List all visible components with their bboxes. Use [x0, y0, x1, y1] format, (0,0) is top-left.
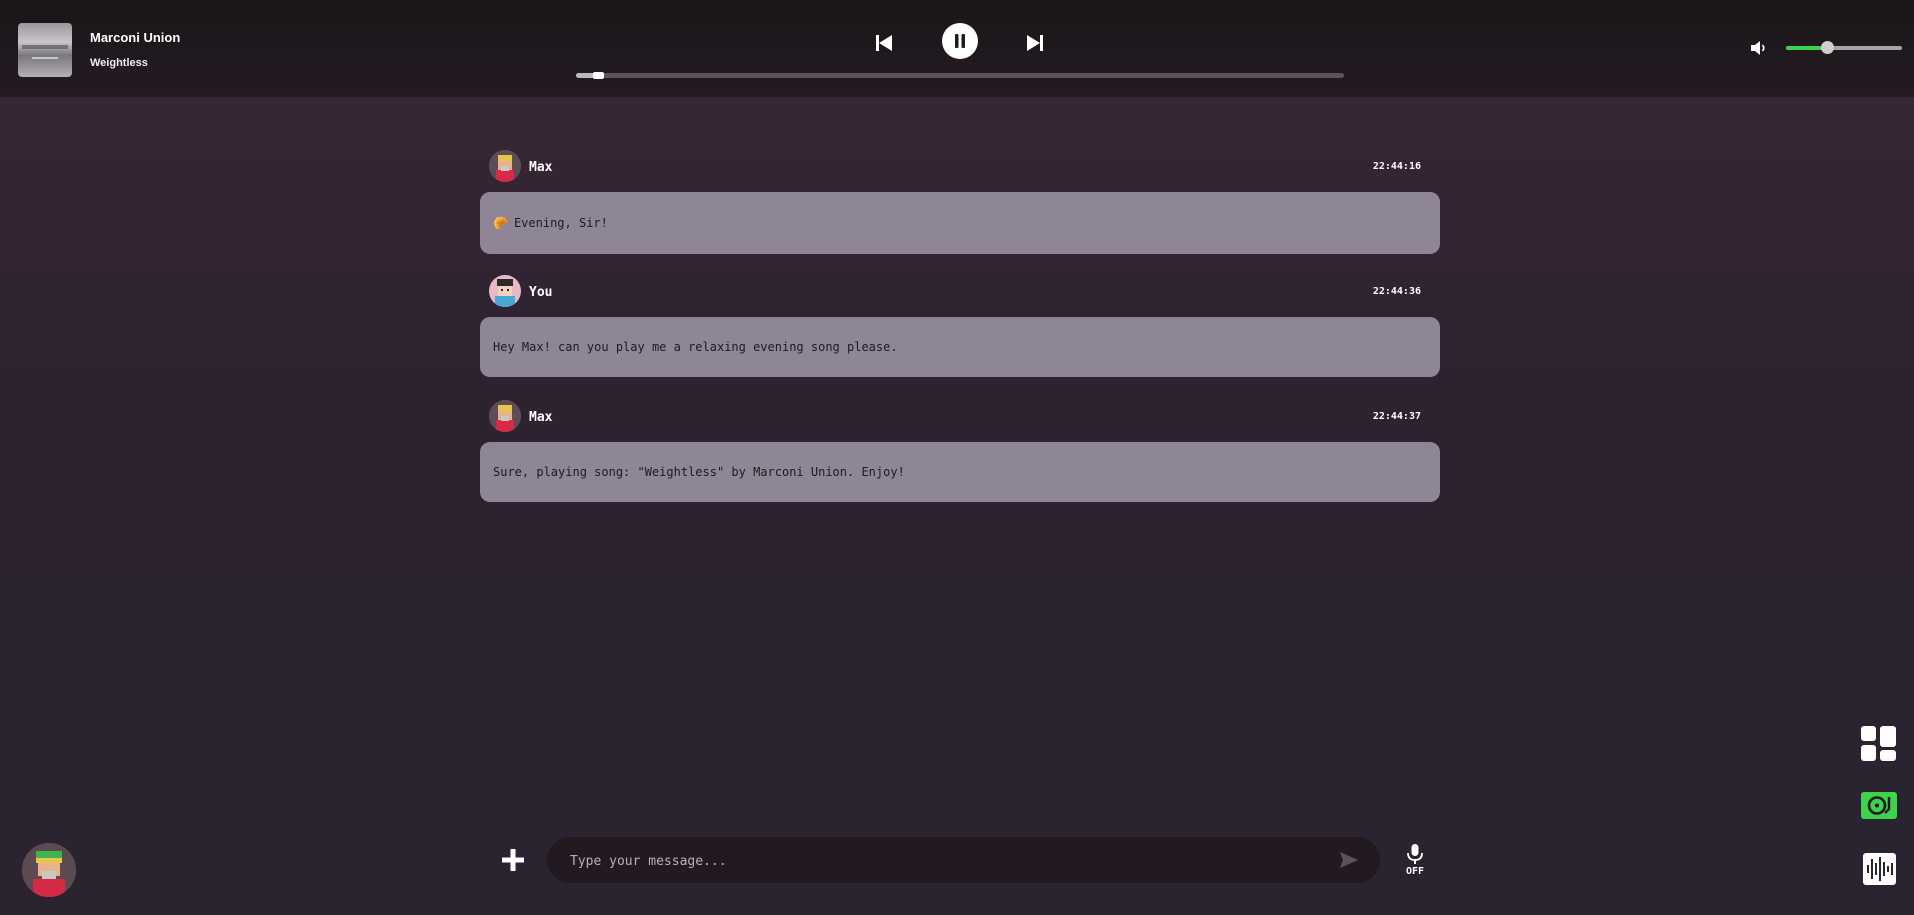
- message-text: Hey Max! can you play me a relaxing even…: [493, 340, 898, 354]
- message-composer: [547, 837, 1380, 883]
- waveform-icon: [1863, 853, 1896, 885]
- message-input[interactable]: [568, 847, 1312, 875]
- previous-track-button[interactable]: [874, 33, 894, 53]
- assistant-profile-avatar[interactable]: [22, 843, 76, 897]
- send-button[interactable]: [1339, 851, 1359, 869]
- message-text: Evening, Sir!: [513, 216, 608, 230]
- grid-icon: [1861, 726, 1896, 761]
- croissant-icon: 🥐: [493, 216, 508, 230]
- progress-handle[interactable]: [593, 72, 604, 79]
- chat-message: You 22:44:36 Hey Max! can you play me a …: [480, 275, 1440, 377]
- volume-icon: [1751, 41, 1765, 55]
- grid-view-button[interactable]: [1861, 726, 1896, 761]
- volume-slider[interactable]: [1786, 41, 1902, 54]
- plus-icon: [502, 849, 524, 871]
- sender-name: Max: [529, 160, 553, 175]
- message-time: 22:44:37: [1372, 411, 1421, 422]
- mute-button[interactable]: [1749, 38, 1769, 58]
- sender-name: Max: [529, 410, 553, 425]
- message-bubble: Sure, playing song: "Weightless" by Marc…: [480, 442, 1440, 502]
- chat-message: Max 22:44:16 🥐 Evening, Sir!: [480, 150, 1440, 254]
- message-text: Sure, playing song: "Weightless" by Marc…: [493, 465, 905, 479]
- pause-button[interactable]: [942, 23, 978, 59]
- voice-mode-button[interactable]: [1863, 853, 1896, 885]
- track-artist: Marconi Union: [90, 30, 181, 45]
- microphone-icon: [1407, 844, 1423, 864]
- track-title: Weightless: [90, 57, 148, 69]
- assistant-avatar: [489, 400, 521, 432]
- microphone-toggle[interactable]: OFF: [1402, 843, 1428, 877]
- progress-bar[interactable]: [576, 72, 1344, 79]
- skip-next-icon: [1027, 35, 1043, 51]
- sender-name: You: [529, 285, 553, 300]
- next-track-button[interactable]: [1025, 33, 1045, 53]
- volume-handle[interactable]: [1821, 41, 1834, 54]
- music-mode-button[interactable]: [1861, 792, 1897, 819]
- user-message-avatar: [489, 275, 521, 307]
- add-button[interactable]: [499, 846, 527, 874]
- album-art[interactable]: [18, 23, 72, 77]
- skip-previous-icon: [876, 35, 892, 51]
- message-time: 22:44:36: [1372, 286, 1421, 297]
- vinyl-record-icon: [1861, 792, 1897, 819]
- send-icon: [1340, 852, 1358, 868]
- message-bubble: Hey Max! can you play me a relaxing even…: [480, 317, 1440, 377]
- message-bubble: 🥐 Evening, Sir!: [480, 192, 1440, 254]
- assistant-avatar: [489, 150, 521, 182]
- chat-thread: Max 22:44:16 🥐 Evening, Sir! You 22:44:3…: [480, 150, 1440, 523]
- pause-icon: [955, 34, 965, 48]
- mic-state-label: OFF: [1405, 866, 1425, 877]
- player-bar: Marconi Union Weightless: [0, 0, 1914, 97]
- chat-message: Max 22:44:37 Sure, playing song: "Weight…: [480, 400, 1440, 502]
- message-time: 22:44:16: [1372, 161, 1421, 172]
